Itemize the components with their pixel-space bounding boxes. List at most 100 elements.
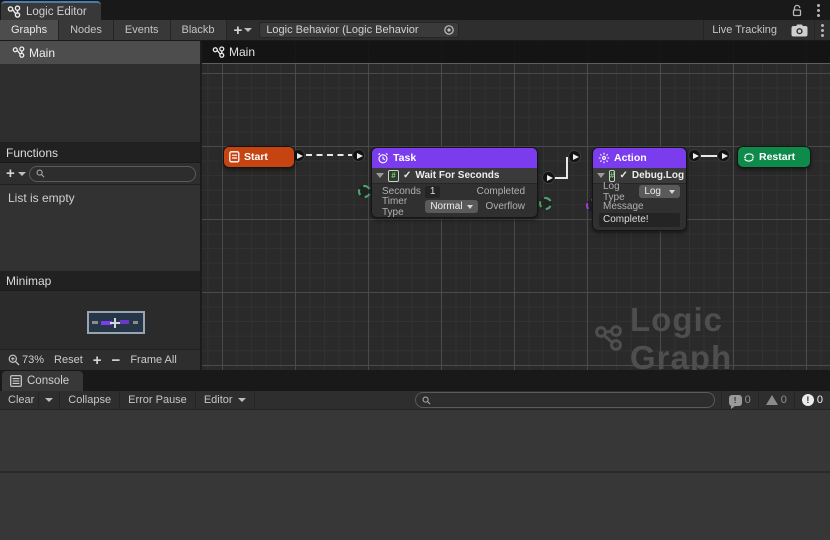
error-count-toggle[interactable]: ! 0 xyxy=(793,391,830,409)
start-node-header[interactable]: Start xyxy=(224,147,294,167)
console-search xyxy=(414,392,715,408)
task-seconds-value-port[interactable] xyxy=(358,185,371,198)
console-detail-pane[interactable] xyxy=(0,473,830,540)
wire-completed-action xyxy=(566,157,568,179)
task-unit-row[interactable]: # ✓ Wait For Seconds xyxy=(372,168,537,184)
console-search-field[interactable] xyxy=(414,392,715,408)
restart-input-port[interactable] xyxy=(717,149,730,162)
warning-count: 0 xyxy=(780,394,787,406)
task-overflow-port[interactable] xyxy=(539,197,552,210)
camera-icon xyxy=(791,24,808,37)
collapse-button[interactable]: Collapse xyxy=(60,391,121,409)
unlock-icon[interactable] xyxy=(791,4,803,17)
tab-graphs[interactable]: Graphs xyxy=(0,20,60,40)
live-tracking-button[interactable]: Live Tracking xyxy=(704,20,785,40)
tab-nodes[interactable]: Nodes xyxy=(59,20,114,40)
node-task[interactable]: Task # ✓ Wait For Seconds Seconds 1 Comp… xyxy=(371,147,538,218)
completed-label: Completed xyxy=(476,186,525,197)
tab-events[interactable]: Events xyxy=(113,20,171,40)
window-tab-label: Logic Editor xyxy=(26,5,87,18)
task-unit-title: Wait For Seconds xyxy=(415,170,500,181)
chevron-down-icon xyxy=(45,398,54,402)
tab-logic-editor[interactable]: Logic Editor xyxy=(1,1,101,20)
minimap-viewport[interactable] xyxy=(87,311,145,334)
node-start[interactable]: Start xyxy=(223,146,295,168)
wire-start-task xyxy=(306,154,354,156)
add-function-button[interactable]: + xyxy=(6,166,15,181)
info-count-toggle[interactable]: ! 0 xyxy=(720,391,758,409)
chevron-down-icon[interactable] xyxy=(17,171,26,176)
object-picker-icon[interactable] xyxy=(443,24,455,36)
enabled-checkbox[interactable]: ✓ xyxy=(619,170,627,181)
info-icon: ! xyxy=(728,394,742,409)
restart-node-title: Restart xyxy=(759,151,796,163)
tab-blackboard[interactable]: Blackb xyxy=(170,20,227,40)
functions-toolbar: + xyxy=(0,163,200,185)
action-node-title: Action xyxy=(614,152,647,164)
console-toolbar: Clear Collapse Error Pause Editor ! 0 0 … xyxy=(0,391,830,410)
node-restart[interactable]: Restart xyxy=(737,146,811,168)
action-input-port[interactable] xyxy=(568,150,581,163)
breadcrumb-label: Main xyxy=(229,45,256,59)
chevron-down-icon xyxy=(244,28,253,32)
add-graph-button[interactable]: + xyxy=(227,20,260,40)
foldout-icon[interactable] xyxy=(376,173,384,178)
editor-dropdown[interactable]: Editor xyxy=(196,391,255,409)
minimap-header: Minimap xyxy=(0,271,200,291)
functions-search[interactable] xyxy=(28,165,196,182)
logic-editor-window: Logic Editor Graphs Nodes Events Blackb … xyxy=(0,0,830,540)
window-menu-icon[interactable] xyxy=(811,3,826,17)
console-search-input[interactable] xyxy=(433,394,708,406)
task-completed-port[interactable] xyxy=(542,171,555,184)
script-icon: # xyxy=(388,169,399,182)
overflow-label: Overflow xyxy=(485,201,525,212)
timer-type-dropdown[interactable]: Normal xyxy=(425,200,478,213)
watermark: Logic Graph xyxy=(594,301,830,370)
graph-menu-icon[interactable] xyxy=(815,20,830,40)
action-node-header[interactable]: Action xyxy=(593,148,686,168)
zoom-in-button[interactable]: + xyxy=(93,353,102,368)
clock-icon xyxy=(377,152,389,164)
minimap[interactable] xyxy=(0,291,200,349)
canvas-controls: 73% Reset + − Frame All xyxy=(0,349,200,370)
graph-toolbar: Graphs Nodes Events Blackb + Logic Behav… xyxy=(0,20,830,41)
frame-all-button[interactable]: Frame All xyxy=(130,354,176,366)
action-output-port[interactable] xyxy=(688,149,701,162)
node-action[interactable]: Action # ✓ Debug.Log Log Type Log Messag… xyxy=(592,147,687,231)
plus-icon: + xyxy=(233,21,243,39)
reset-button[interactable]: Reset xyxy=(54,354,83,366)
log-type-dropdown[interactable]: Log xyxy=(639,185,680,198)
seconds-input[interactable]: 1 xyxy=(424,185,441,198)
behavior-object-field[interactable]: Logic Behavior (Logic Behavior xyxy=(259,22,460,38)
warning-count-toggle[interactable]: 0 xyxy=(757,391,794,409)
restart-node-header[interactable]: Restart xyxy=(738,147,810,167)
sidebar: Main Functions + List is empty Minimap 7… xyxy=(0,41,202,370)
enabled-checkbox[interactable]: ✓ xyxy=(403,170,411,181)
logic-graph-icon xyxy=(594,324,626,354)
task-node-header[interactable]: Task xyxy=(372,148,537,168)
task-node-title: Task xyxy=(393,152,417,164)
foldout-icon[interactable] xyxy=(597,173,605,178)
action-unit-title: Debug.Log xyxy=(631,170,685,181)
sidebar-item-main-graph[interactable]: Main xyxy=(0,41,200,64)
log-type-label: Log Type xyxy=(603,180,625,203)
message-input[interactable]: Complete! xyxy=(599,213,680,227)
panel-tabs: Graphs Nodes Events Blackb xyxy=(0,20,227,40)
graphs-list[interactable] xyxy=(0,64,200,143)
graph-item-label: Main xyxy=(29,45,56,60)
node-graph-icon xyxy=(12,46,26,59)
console-log-list[interactable] xyxy=(0,410,830,473)
node-graph-icon xyxy=(212,45,226,59)
error-icon: ! xyxy=(801,394,814,406)
screenshot-button[interactable] xyxy=(785,20,814,40)
graph-breadcrumb[interactable]: Main xyxy=(202,41,830,64)
zoom-out-button[interactable]: − xyxy=(112,353,121,368)
error-pause-button[interactable]: Error Pause xyxy=(120,391,196,409)
clear-dropdown-button[interactable] xyxy=(38,391,61,409)
tab-console[interactable]: Console xyxy=(2,371,84,391)
task-input-port[interactable] xyxy=(352,149,365,162)
clear-button[interactable]: Clear xyxy=(0,391,38,409)
zoom-level: 73% xyxy=(8,354,44,366)
functions-search-input[interactable] xyxy=(47,167,189,180)
console-panel: Console Clear Collapse Error Pause Edito… xyxy=(0,370,830,540)
